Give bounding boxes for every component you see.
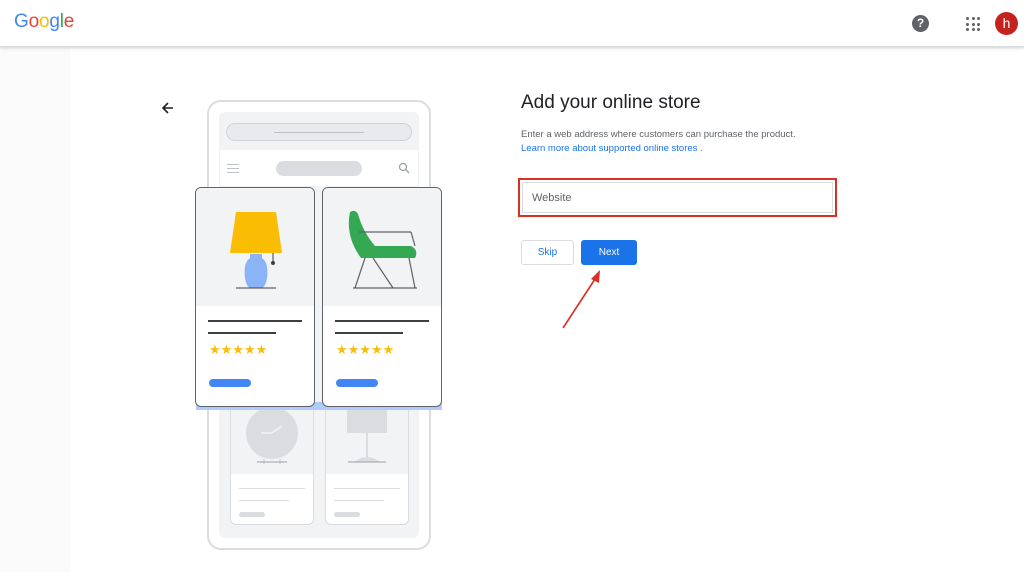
- logo-letter-o1: o: [28, 11, 40, 32]
- lounge-chair-icon: [348, 210, 417, 289]
- star-rating: ★★★★★: [209, 343, 268, 358]
- star-rating: ★★★★★: [336, 343, 395, 358]
- website-input[interactable]: [522, 182, 833, 213]
- ghost-line: [239, 488, 305, 489]
- top-bar: Google ? h: [0, 0, 1024, 47]
- logo-letter-e: e: [63, 11, 75, 32]
- back-arrow-icon[interactable]: [158, 98, 178, 118]
- skip-button[interactable]: Skip: [521, 240, 574, 265]
- card-button-pill: [209, 379, 251, 387]
- card-button-pill: [336, 379, 378, 387]
- ghost-pill: [239, 512, 265, 517]
- card-subtitle-line: [335, 332, 403, 334]
- clock-icon: [246, 407, 298, 464]
- card-title-line: [208, 320, 302, 322]
- search-icon: [398, 162, 410, 174]
- learn-more-suffix: .: [697, 143, 703, 154]
- lamp-art: [196, 188, 314, 306]
- logo-letter-g: G: [14, 11, 29, 32]
- logo-letter-g2: g: [49, 11, 60, 32]
- product-card-lamp: ★★★★★: [195, 187, 315, 407]
- annotation-arrow-icon: [562, 270, 600, 329]
- product-card-chair: ★★★★★: [322, 187, 442, 407]
- ghost-product-card: [230, 405, 314, 525]
- table-lamp-icon: [230, 212, 282, 289]
- ghost-line: [334, 488, 400, 489]
- google-logo[interactable]: Google: [14, 11, 74, 33]
- ghost-line: [239, 500, 289, 501]
- learn-more-row: Learn more about supported online stores…: [521, 143, 703, 154]
- apps-grid-icon[interactable]: [966, 17, 980, 31]
- logo-letter-o2: o: [38, 11, 50, 32]
- phone-url-bar: [226, 123, 412, 141]
- phone-search-pill: [276, 161, 362, 176]
- floor-lamp-icon: [347, 408, 387, 463]
- ghost-card-art: [231, 406, 313, 474]
- help-circle-icon[interactable]: ?: [912, 15, 929, 32]
- card-title-line: [335, 320, 429, 322]
- next-button[interactable]: Next: [581, 240, 637, 265]
- avatar[interactable]: h: [995, 12, 1018, 35]
- side-strip: [0, 48, 70, 572]
- ghost-card-art: [326, 406, 408, 474]
- ghost-line: [334, 500, 384, 501]
- page-description: Enter a web address where customers can …: [521, 129, 796, 140]
- learn-more-link[interactable]: Learn more about supported online stores: [521, 143, 697, 154]
- ghost-pill: [334, 512, 360, 517]
- chair-art: [323, 188, 441, 306]
- hamburger-menu-icon: [227, 164, 239, 173]
- ghost-product-card: [325, 405, 409, 525]
- card-subtitle-line: [208, 332, 276, 334]
- page-title: Add your online store: [521, 92, 701, 113]
